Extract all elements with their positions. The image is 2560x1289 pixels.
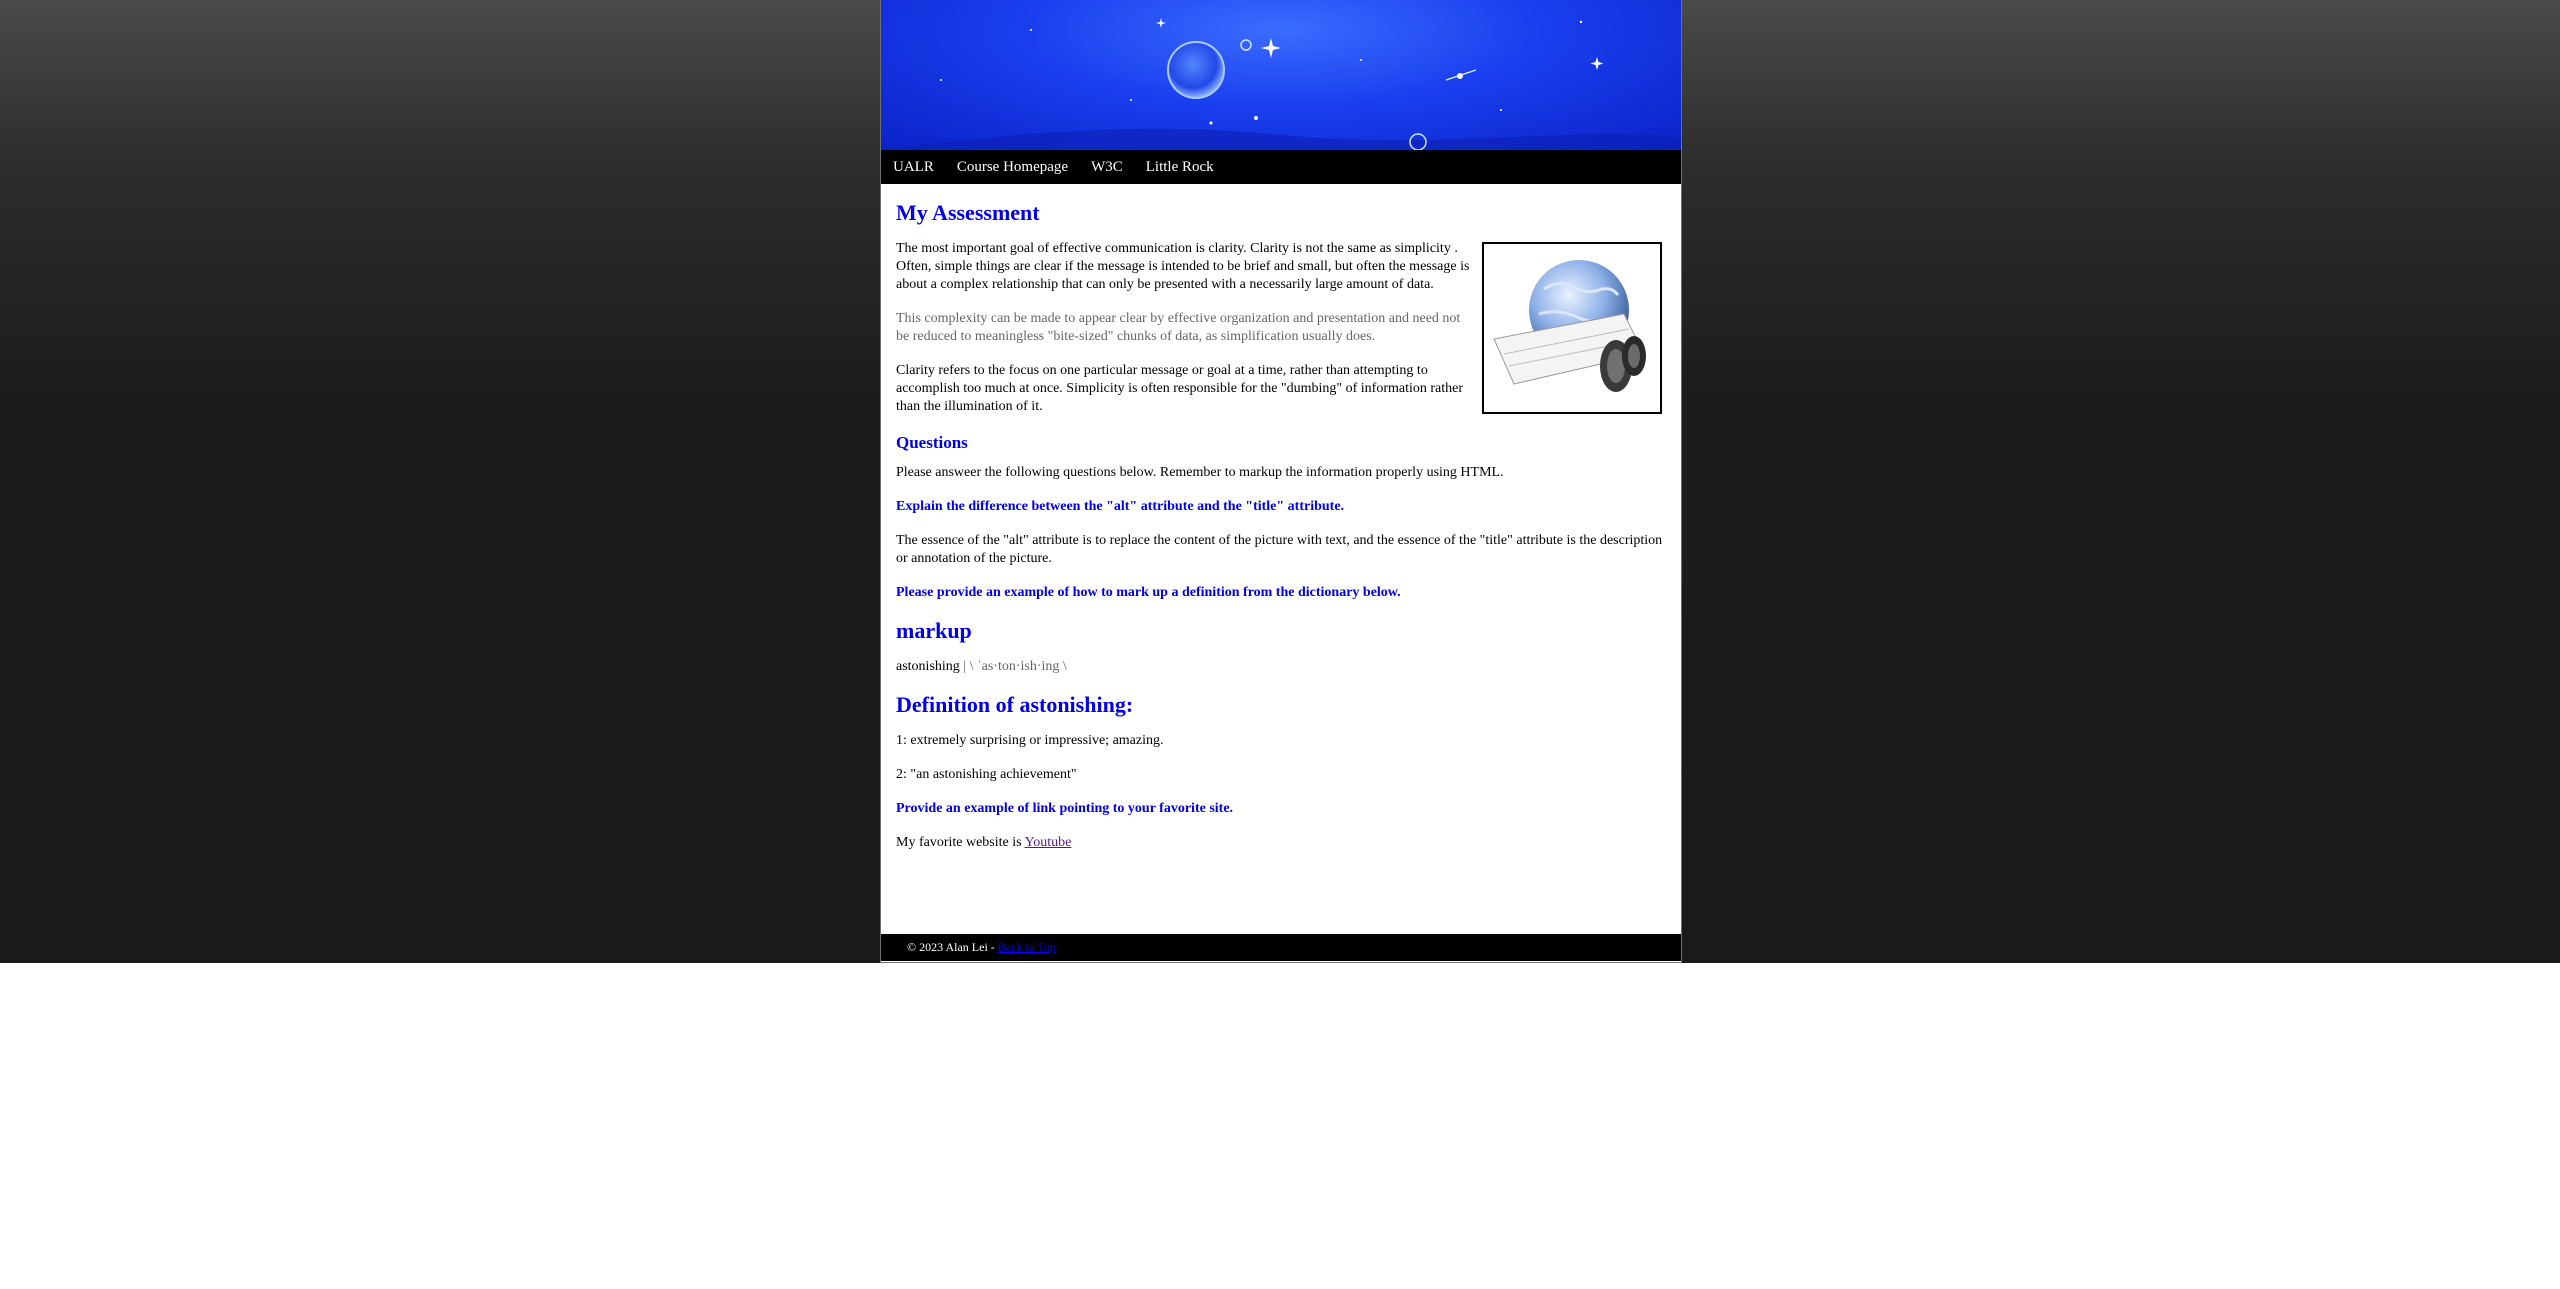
favorite-site-line: My favorite website is Youtube (896, 834, 1668, 852)
main-content: My Assessment The most important goal of… (896, 184, 1668, 868)
pronunciation: \ ˈas·ton·ish·ing \ (969, 659, 1067, 674)
definition-2: 2: "an astonishing achievement" (896, 767, 1077, 782)
questions-intro: Please answeer the following questions b… (896, 465, 1504, 480)
nav-link-ualr[interactable]: UALR (893, 159, 934, 176)
definition-term: astonishing (896, 659, 960, 674)
header-banner (881, 0, 1681, 150)
question-2: Please provide an example of how to mark… (896, 585, 1401, 600)
question-3: Provide an example of link pointing to y… (896, 801, 1234, 816)
questions-heading: Questions (896, 433, 968, 452)
nav-link-little-rock[interactable]: Little Rock (1146, 159, 1214, 176)
back-to-top-link[interactable]: Back to Top (998, 940, 1056, 954)
starry-sky-image (881, 18, 1681, 150)
question-1: Explain the difference between the "alt"… (896, 499, 1345, 514)
markup-heading: markup (896, 618, 972, 643)
main-nav: UALR Course Homepage W3C Little Rock (881, 150, 1681, 184)
page-container: UALR Course Homepage W3C Little Rock My … (880, 0, 1682, 963)
definition-1: 1: extremely surprising or impressive; a… (896, 733, 1164, 748)
globe-blueprint-image (1482, 242, 1662, 414)
definition-term-line: astonishing | \ ˈas·ton·ish·ing \ (896, 658, 1668, 676)
footer-copyright: © 2023 Alan Lei - (907, 940, 998, 954)
favorite-site-prefix: My favorite website is (896, 835, 1025, 850)
youtube-link[interactable]: Youtube (1025, 835, 1072, 850)
term-separator: | (959, 659, 970, 674)
globe-icon (1493, 260, 1646, 392)
definition-heading: Definition of astonishing: (896, 692, 1134, 717)
footer: © 2023 Alan Lei - Back to Top (881, 934, 1681, 961)
nav-link-w3c[interactable]: W3C (1091, 159, 1123, 176)
nav-link-course-homepage[interactable]: Course Homepage (957, 159, 1068, 176)
answer-1: The essence of the "alt" attribute is to… (896, 533, 1663, 566)
assessment-heading: My Assessment (896, 200, 1040, 225)
